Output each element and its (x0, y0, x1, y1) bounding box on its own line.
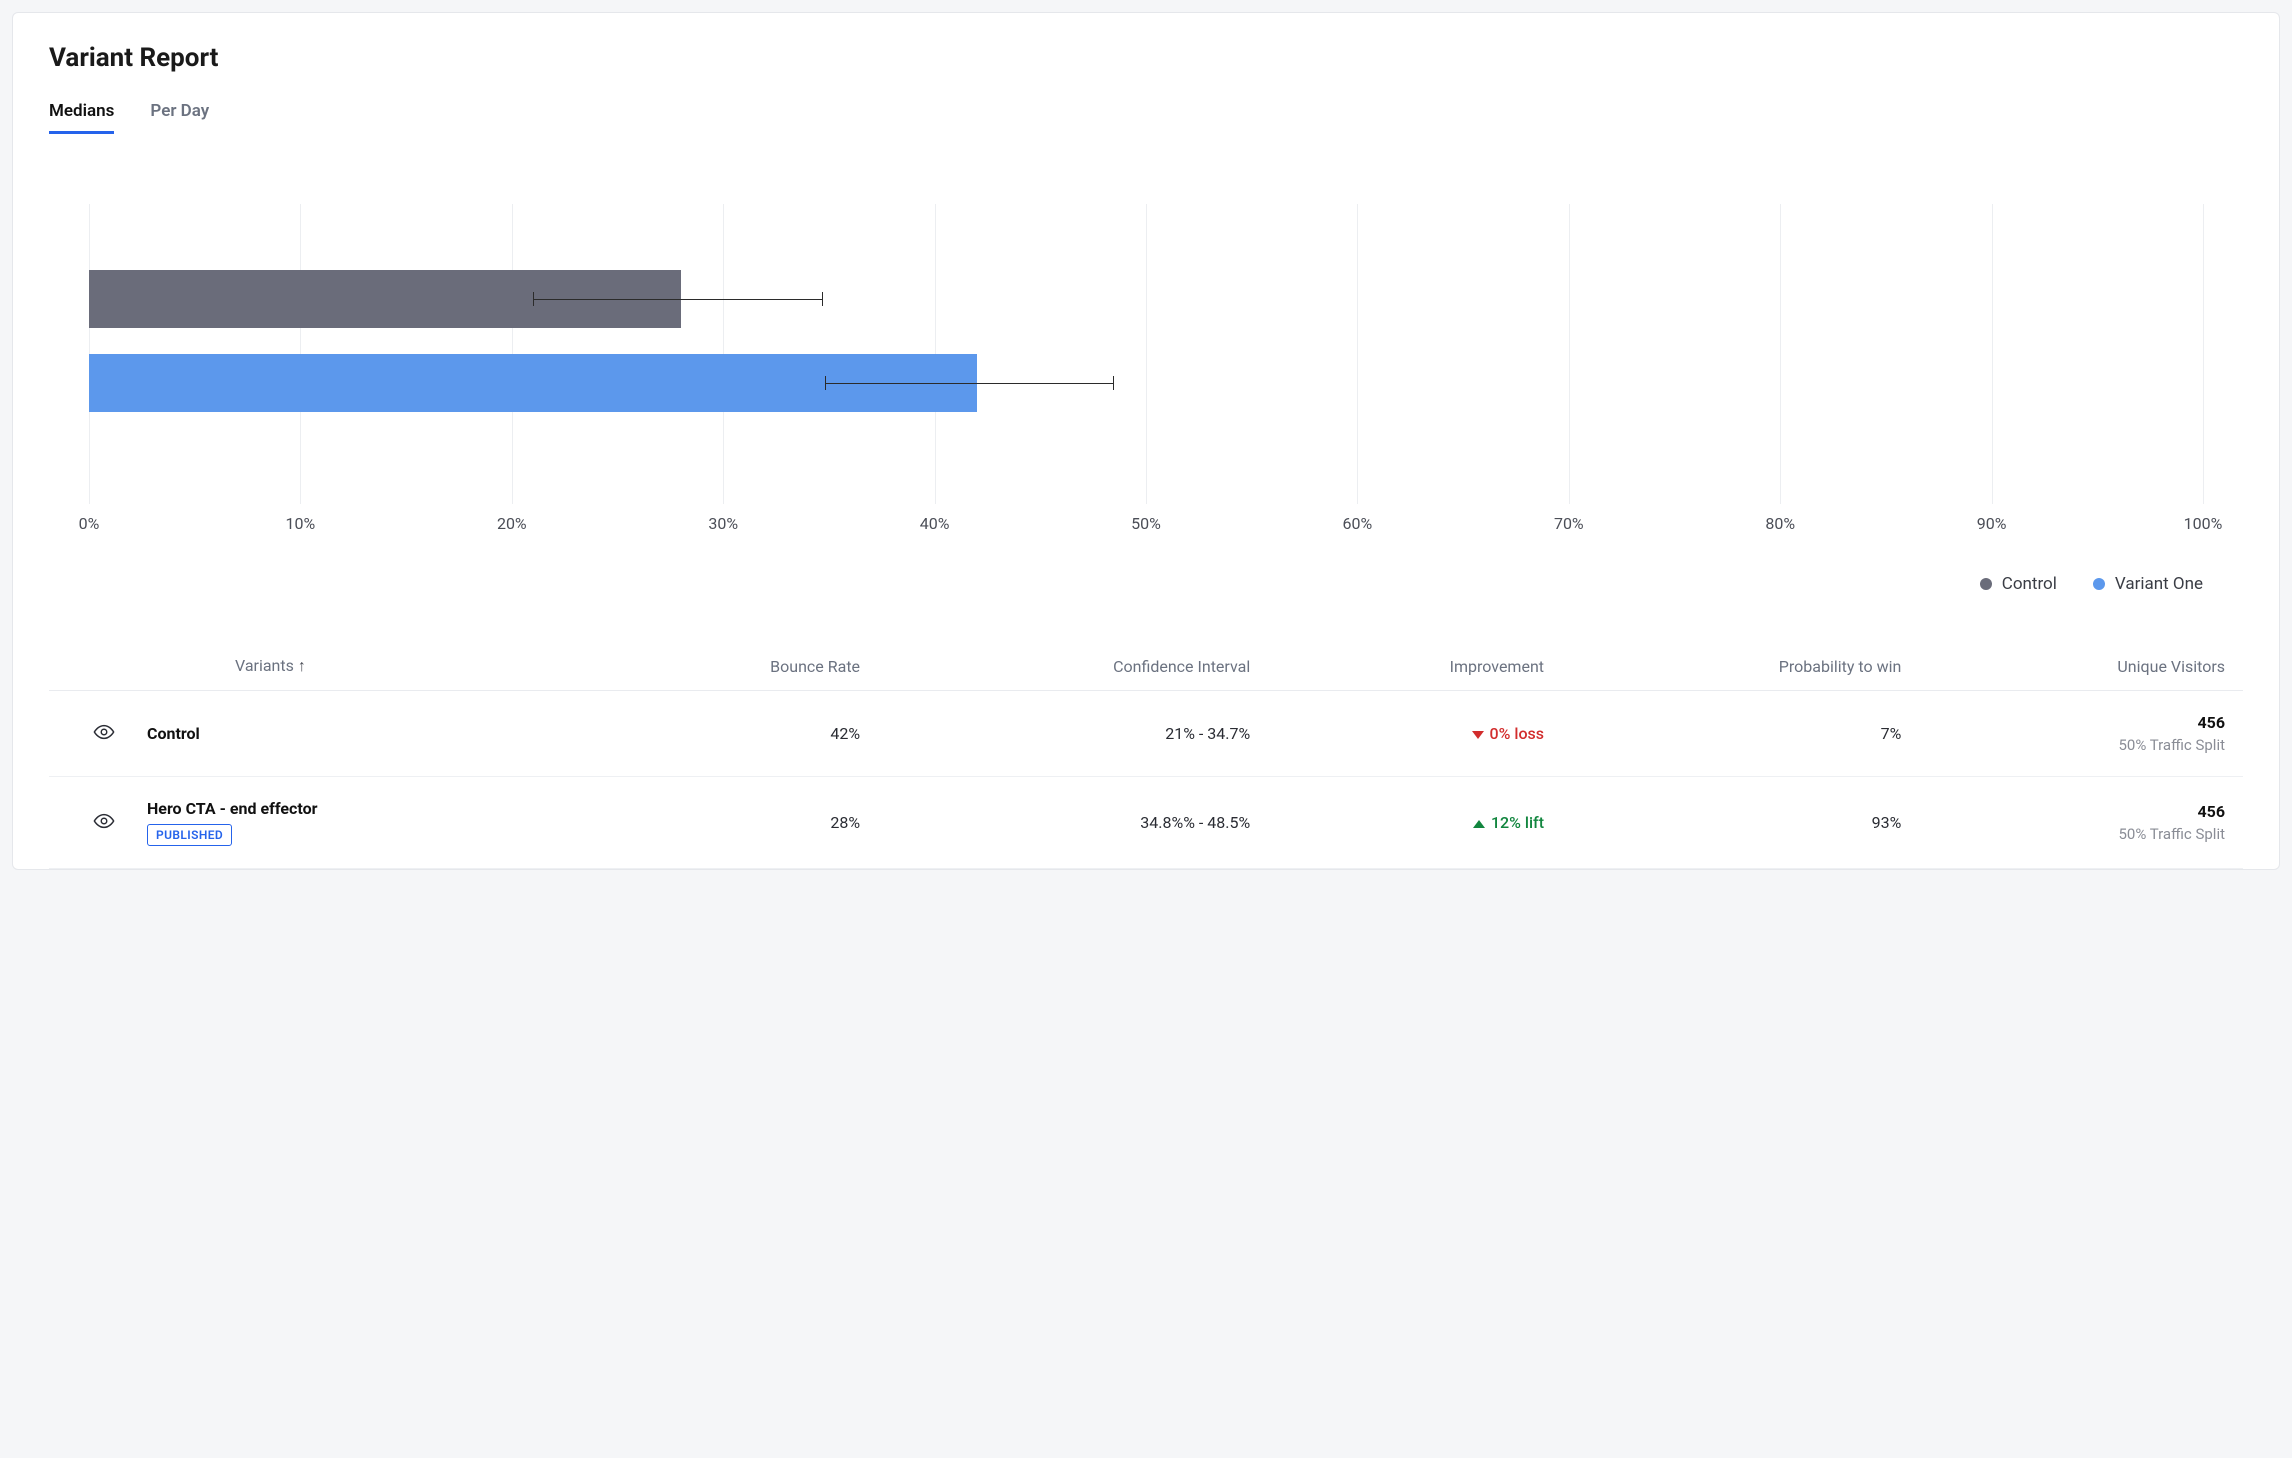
chart-x-tick: 50% (1131, 514, 1161, 533)
th-bounce-rate[interactable]: Bounce Rate (594, 642, 878, 691)
chart-x-tick: 40% (920, 514, 950, 533)
tab-medians[interactable]: Medians (49, 101, 114, 134)
confidence-interval-cell: 21% - 34.7% (878, 691, 1268, 777)
confidence-interval-cell: 34.8%% - 48.5% (878, 777, 1268, 869)
th-probability-to-win[interactable]: Probability to win (1562, 642, 1919, 691)
tabs: Medians Per Day (49, 101, 2243, 134)
chart-x-tick: 90% (1977, 514, 2007, 533)
unique-visitors-cell: 45650% Traffic Split (1919, 691, 2243, 777)
eye-icon[interactable] (93, 817, 115, 836)
swatch-variant-icon (2093, 578, 2105, 590)
chart-x-tick: 10% (286, 514, 316, 533)
chart-gridline (2203, 204, 2204, 504)
legend-label-variant: Variant One (2115, 574, 2203, 594)
chart-legend: Control Variant One (49, 554, 2243, 622)
legend-label-control: Control (2002, 574, 2057, 594)
legend-item-variant-one: Variant One (2093, 574, 2203, 594)
probability-to-win-cell: 93% (1562, 777, 1919, 869)
chart-error-bar-control (533, 299, 823, 300)
sort-ascending-icon: ↑ (298, 656, 306, 675)
caret-up-icon (1473, 820, 1485, 828)
chart-x-tick: 70% (1554, 514, 1584, 533)
variant-name: Hero CTA - end effectorPUBLISHED (129, 777, 594, 869)
chart-x-tick: 60% (1343, 514, 1373, 533)
improvement-cell: 12% lift (1268, 777, 1562, 869)
chart-x-tick: 0% (79, 514, 100, 533)
eye-icon[interactable] (93, 728, 115, 747)
variant-report-card: Variant Report Medians Per Day 0% 10% 20% 3… (12, 12, 2280, 870)
tab-per-day[interactable]: Per Day (150, 101, 209, 134)
th-confidence-interval[interactable]: Confidence Interval (878, 642, 1268, 691)
bounce-rate-cell: 28% (594, 777, 878, 869)
caret-down-icon (1472, 731, 1484, 739)
chart-x-tick: 80% (1765, 514, 1795, 533)
chart-x-tick: 20% (497, 514, 527, 533)
swatch-control-icon (1980, 578, 1992, 590)
published-badge: PUBLISHED (147, 824, 232, 846)
chart-x-axis: 0%10%20%30%40%50%60%70%80%90%100% (89, 514, 2203, 544)
page-title: Variant Report (49, 43, 2243, 73)
th-improvement[interactable]: Improvement (1268, 642, 1562, 691)
legend-item-control: Control (1980, 574, 2057, 594)
unique-visitors-cell: 45650% Traffic Split (1919, 777, 2243, 869)
table-row: Hero CTA - end effectorPUBLISHED28%34.8%… (49, 777, 2243, 869)
th-unique-visitors[interactable]: Unique Visitors (1919, 642, 2243, 691)
improvement-cell: 0% loss (1268, 691, 1562, 777)
chart-error-bar-variant (825, 383, 1115, 384)
chart-x-tick: 30% (708, 514, 738, 533)
chart: 0% 10% 20% 30% 40% 50% 60% 70% 80% 90% 100% (49, 174, 2243, 554)
variants-table: Variants↑ Bounce Rate Confidence Interva… (49, 642, 2243, 869)
bounce-rate-cell: 42% (594, 691, 878, 777)
chart-x-tick: 100% (2184, 514, 2223, 533)
probability-to-win-cell: 7% (1562, 691, 1919, 777)
variant-name: Control (129, 691, 594, 777)
th-variants[interactable]: Variants↑ (129, 642, 594, 691)
table-row: Control42%21% - 34.7%0% loss7%45650% Tra… (49, 691, 2243, 777)
